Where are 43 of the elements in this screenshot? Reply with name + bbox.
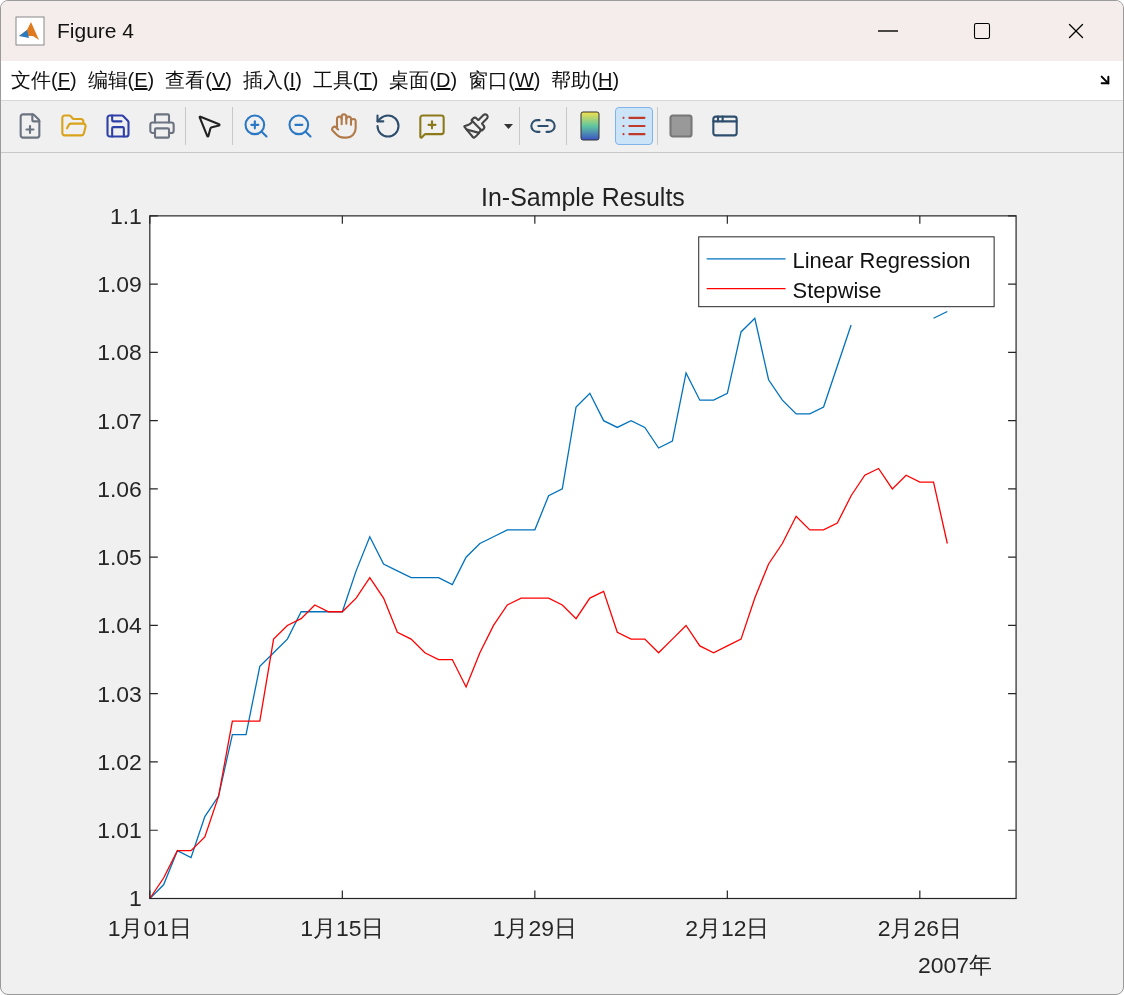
brush-icon <box>462 112 490 141</box>
y-tick-label: 1.02 <box>97 748 142 775</box>
x-tick-label: 1月15日 <box>300 915 385 942</box>
y-tick-label: 1.08 <box>97 339 142 366</box>
print-icon <box>148 112 176 141</box>
x-axis-label: 2007年 <box>918 952 993 979</box>
menu-item[interactable]: 帮助(H) <box>551 65 620 96</box>
y-tick-label: 1.07 <box>97 407 142 434</box>
menu-item[interactable]: 工具(T) <box>312 65 379 96</box>
y-tick-label: 1.03 <box>97 680 142 707</box>
y-tick-label: 1.09 <box>97 270 142 297</box>
zoom-in-icon <box>242 112 270 141</box>
x-tick-label: 1月29日 <box>492 915 577 942</box>
menu-item[interactable]: 查看(V) <box>165 65 232 96</box>
x-tick-label: 1月01日 <box>107 915 192 942</box>
maximize-icon <box>972 20 992 41</box>
colorbar-icon <box>580 111 600 142</box>
y-tick-label: 1.1 <box>109 202 142 229</box>
y-tick-label: 1 <box>129 885 142 912</box>
data-cursor-icon <box>418 112 446 141</box>
x-tick-label: 2月12日 <box>685 915 770 942</box>
y-tick-label: 1.06 <box>97 475 142 502</box>
rounded-square-icon <box>667 112 695 141</box>
legend-label: Linear Regression <box>792 247 971 273</box>
hand-icon <box>330 112 358 141</box>
menu-item[interactable]: 文件(F) <box>11 65 77 96</box>
chart-title: In-Sample Results <box>481 182 685 211</box>
menu-item[interactable]: 编辑(E) <box>87 65 155 96</box>
caret-icon <box>503 123 513 129</box>
menu-item[interactable]: 插入(I) <box>242 65 302 96</box>
app-logo-icon <box>15 15 45 46</box>
legend-button[interactable] <box>615 107 653 146</box>
menu-item[interactable]: 窗口(W) <box>468 65 541 96</box>
x-tick-label: 2月26日 <box>877 915 962 942</box>
minimize-icon <box>878 29 898 32</box>
menu-item[interactable]: 桌面(D) <box>389 65 458 96</box>
y-tick-label: 1.01 <box>97 816 142 843</box>
zoom-out-icon <box>286 112 314 141</box>
legend-label: Stepwise <box>792 277 882 303</box>
save-icon <box>104 112 132 141</box>
y-tick-label: 1.04 <box>97 612 142 639</box>
window-title: Figure 4 <box>57 18 135 45</box>
y-tick-label: 1.05 <box>97 543 142 570</box>
